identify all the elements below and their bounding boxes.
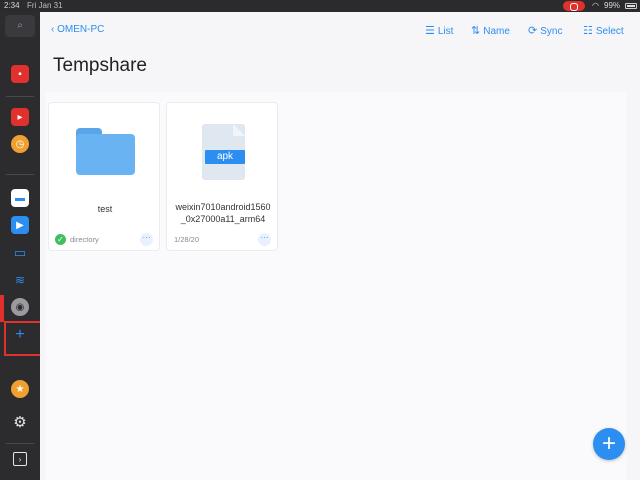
media-player-icon[interactable]: ▶ <box>11 216 29 234</box>
add-floating-button[interactable]: + <box>593 428 625 460</box>
file-card-folder[interactable]: test ✓ directory ··· <box>48 102 160 251</box>
file-meta: 1/28/20 <box>174 235 200 244</box>
sync-button[interactable]: ⟳ Sync <box>528 24 562 37</box>
video-icon[interactable]: ▸ <box>11 108 29 126</box>
battery-icon <box>625 3 637 9</box>
network-drive-icon[interactable]: ≋ <box>11 271 29 289</box>
sort-icon: ⇅ <box>471 25 481 37</box>
more-options-icon[interactable]: ··· <box>258 233 271 246</box>
more-options-icon[interactable]: ··· <box>140 233 153 246</box>
list-icon: ☰ <box>425 25 435 37</box>
sidebar-toggle-icon[interactable]: › <box>13 452 27 466</box>
file-name-line-1: weixin7010android1560 <box>175 202 271 212</box>
sort-label: Name <box>483 26 510 37</box>
sidebar-divider <box>6 443 34 444</box>
checkmark-icon: ✓ <box>55 234 66 245</box>
back-button[interactable]: ‹ OMEN-PC <box>51 24 104 35</box>
sidebar: ⌕ ▪ ▸ ◷ ▬ ▶ ▭ ≋ ◉ + ★ ⚙ › <box>0 12 40 480</box>
status-bar: 2:34 Fri Jan 31 ◠ 99% <box>0 0 640 12</box>
wifi-icon: ◠ <box>592 1 599 10</box>
screen-recording-icon <box>563 1 585 11</box>
file-name-line-2: _0x27000a11_arm64 <box>180 214 266 224</box>
recent-clock-icon[interactable]: ◷ <box>11 135 29 153</box>
files-folder-icon[interactable]: ▬ <box>11 189 29 207</box>
select-icon: ☷ <box>583 25 593 37</box>
active-indicator <box>0 295 4 322</box>
file-meta: directory <box>70 235 99 244</box>
computer-icon[interactable]: ▭ <box>11 244 29 262</box>
sidebar-divider <box>6 174 34 175</box>
list-label: List <box>437 26 454 37</box>
screen: 2:34 Fri Jan 31 ◠ 99% ⌕ ▪ ▸ ◷ ▬ ▶ ▭ ≋ ◉ … <box>0 0 640 480</box>
select-button[interactable]: ☷ Select <box>583 24 624 37</box>
status-time: 2:34 <box>4 1 20 10</box>
chevron-left-icon: ‹ <box>51 24 55 35</box>
status-date: Fri Jan 31 <box>27 1 63 10</box>
apk-badge: apk <box>205 150 245 164</box>
sidebar-divider <box>6 96 34 97</box>
back-label: OMEN-PC <box>57 24 105 35</box>
globe-icon[interactable]: ◉ <box>11 298 29 316</box>
main-content: ‹ OMEN-PC ☰ List ⇅ Name ⟳ Sync ☷ Select Temp… <box>40 12 640 480</box>
battery-percentage: 99% <box>604 1 621 10</box>
favorites-star-icon[interactable]: ★ <box>11 380 29 398</box>
settings-gear-icon[interactable]: ⚙ <box>11 413 29 431</box>
sync-icon: ⟳ <box>528 25 538 37</box>
sync-label: Sync <box>540 26 563 37</box>
file-card-apk[interactable]: apk weixin7010android1560 _0x27000a11_ar… <box>166 102 278 251</box>
select-label: Select <box>595 26 624 37</box>
page-title: Tempshare <box>53 55 147 76</box>
file-name: test <box>97 204 113 214</box>
folder-icon <box>76 128 135 175</box>
search-icon[interactable]: ⌕ <box>5 15 35 37</box>
flagged-icon[interactable]: ▪ <box>11 65 29 83</box>
apk-file-icon: apk <box>202 124 245 180</box>
sort-button[interactable]: ⇅ Name <box>471 24 510 37</box>
list-view-button[interactable]: ☰ List <box>425 24 453 37</box>
